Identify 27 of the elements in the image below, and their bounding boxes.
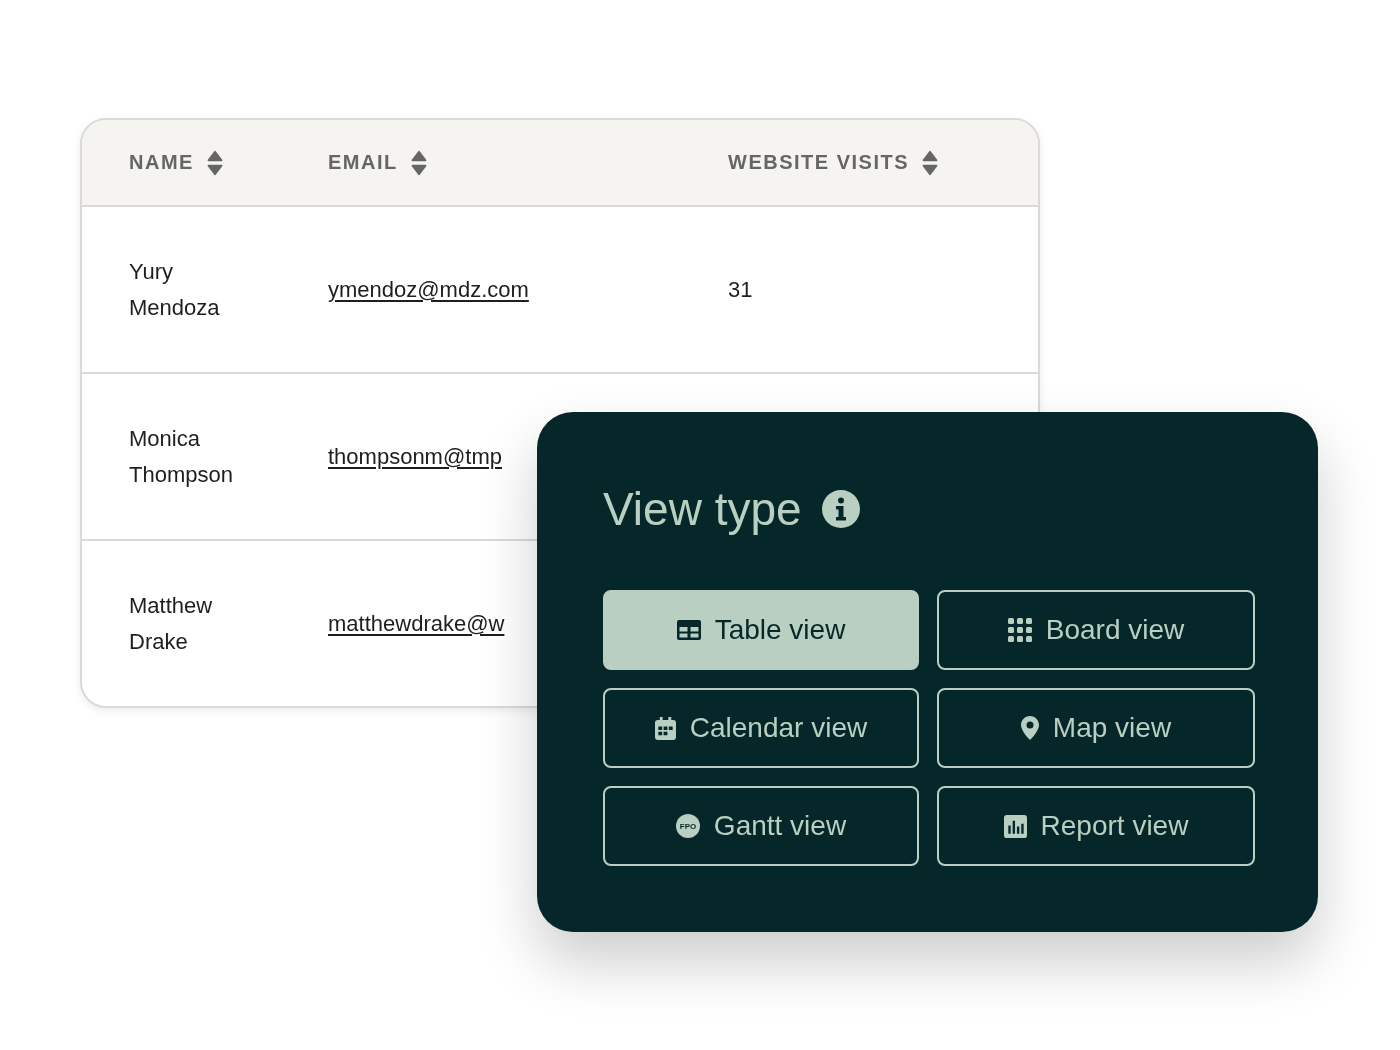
view-option-button[interactable]: Table view [603, 590, 919, 670]
visit-count: 31 [728, 276, 753, 303]
badge-icon: FPO [675, 814, 700, 838]
contact-name: Yury Mendoza [129, 257, 221, 322]
pin-icon [1020, 716, 1039, 740]
panel-title: View type [603, 482, 802, 536]
column-header[interactable]: NAME [129, 149, 224, 176]
view-option-button[interactable]: Board view [937, 590, 1255, 670]
view-option-button[interactable]: Report view [937, 786, 1255, 866]
calendar-icon [654, 716, 676, 740]
dot-grid-icon [1007, 618, 1032, 642]
sort-icon [409, 149, 428, 176]
bar-chart-icon [1003, 814, 1027, 838]
sort-icon [921, 149, 940, 176]
sort-icon [205, 149, 224, 176]
table-icon [676, 620, 701, 640]
contact-name: Matthew Drake [129, 591, 214, 656]
email-link[interactable]: matthewdrake@w [328, 610, 505, 637]
view-option-button[interactable]: Calendar view [603, 688, 919, 768]
info-icon[interactable] [821, 490, 860, 528]
column-header[interactable]: WEBSITE VISITS [728, 149, 940, 176]
email-link[interactable]: thompsonm@tmp [328, 443, 502, 470]
view-option-button[interactable]: FPO Gantt view [603, 786, 919, 866]
email-link[interactable]: ymendoz@mdz.com [328, 276, 529, 303]
contact-name: Monica Thompson [129, 424, 234, 489]
view-option-button[interactable]: Map view [937, 688, 1255, 768]
column-header[interactable]: EMAIL [328, 149, 428, 176]
